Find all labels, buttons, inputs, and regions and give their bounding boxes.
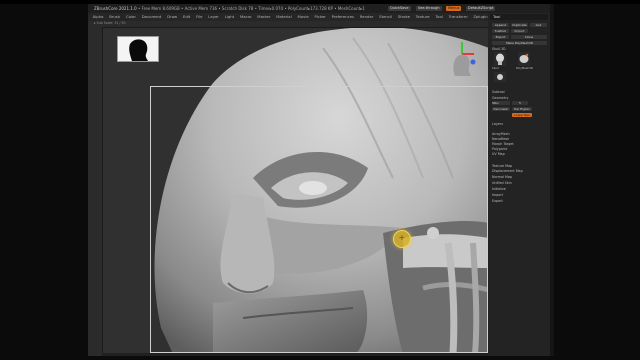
menu-material[interactable]: Material bbox=[276, 13, 291, 21]
clone-button[interactable]: Clone bbox=[511, 35, 547, 39]
zbrush-window: ZBrushCore 2021.1.0 • Free Mem 8.609GB •… bbox=[88, 4, 550, 356]
section-export[interactable]: Export bbox=[492, 199, 503, 203]
section-uv-map[interactable]: UV Map bbox=[492, 152, 505, 156]
make-polymesh-button[interactable]: Make PolyMesh3D bbox=[492, 41, 547, 45]
brush-cursor: + bbox=[393, 230, 411, 248]
section-texture-map[interactable]: Texture Map bbox=[492, 164, 512, 168]
orientation-gizmo[interactable] bbox=[447, 40, 477, 78]
del-lower-button[interactable]: Del Lower bbox=[492, 107, 510, 111]
skull-icon bbox=[496, 53, 504, 65]
right-scroll-strip[interactable] bbox=[550, 4, 554, 356]
menu-marker[interactable]: Marker bbox=[257, 13, 270, 21]
menu-color[interactable]: Color bbox=[126, 13, 136, 21]
menu-zplugin[interactable]: Zplugin bbox=[473, 13, 487, 21]
menu-macro[interactable]: Macro bbox=[240, 13, 252, 21]
quicksave-button[interactable]: QuickSave bbox=[388, 6, 411, 11]
subtool-label-polymesh: PolyMesh3D bbox=[516, 66, 534, 70]
menu-transform[interactable]: Transform bbox=[449, 13, 468, 21]
section-nanomesh[interactable]: NanoMesh bbox=[492, 137, 509, 141]
menu-stencil[interactable]: Stencil bbox=[379, 13, 392, 21]
bottom-shelf bbox=[102, 353, 488, 356]
section-displacement-map[interactable]: Displacement Map bbox=[492, 169, 523, 173]
section-polypaint[interactable]: Polypaint bbox=[492, 147, 507, 151]
tool-thumb-small[interactable] bbox=[494, 72, 506, 82]
section-normal-map[interactable]: Normal Map bbox=[492, 175, 512, 179]
menu-texture[interactable]: Texture bbox=[416, 13, 430, 21]
crosshair-icon: + bbox=[398, 233, 406, 242]
subtool-label-skull: Skull bbox=[492, 66, 499, 70]
menu-preferences[interactable]: Preferences bbox=[332, 13, 354, 21]
menu-light[interactable]: Light bbox=[225, 13, 234, 21]
section-subtool[interactable]: Subtool bbox=[492, 90, 505, 94]
section-arraymesh[interactable]: ArrayMesh bbox=[492, 132, 510, 136]
head-silhouette-icon bbox=[129, 39, 148, 61]
tool-palette-header[interactable]: Tool bbox=[490, 14, 548, 20]
script-button[interactable]: DefaultZScript bbox=[466, 6, 496, 11]
section-morph-target[interactable]: Morph Target bbox=[492, 142, 514, 146]
skull-sculpt bbox=[154, 28, 489, 354]
menu-layer[interactable]: Layer bbox=[208, 13, 219, 21]
navigator-thumbnail[interactable] bbox=[117, 36, 159, 62]
polymesh-icon bbox=[519, 53, 529, 63]
tool-palette: Tool Append Duplicate Subtool Import Exp… bbox=[488, 14, 550, 356]
section-unified-skin[interactable]: Unified Skin bbox=[492, 181, 512, 185]
tool-thumb-polymesh[interactable] bbox=[518, 52, 530, 66]
sdiv-value[interactable]: 5 bbox=[512, 101, 528, 105]
menu-picker[interactable]: Picker bbox=[315, 13, 326, 21]
menu-brush[interactable]: Brush bbox=[109, 13, 120, 21]
sdiv-label: SDiv bbox=[492, 101, 510, 105]
section-import[interactable]: Import bbox=[492, 193, 503, 197]
section-geometry[interactable]: Geometry bbox=[492, 96, 508, 100]
menu-stroke[interactable]: Stroke bbox=[398, 13, 410, 21]
section-layers[interactable]: Layers bbox=[492, 122, 503, 126]
status-text: ▸ Sub Scale: 31 / 50 bbox=[94, 21, 126, 25]
menu-edit[interactable]: Edit bbox=[183, 13, 190, 21]
see-through-button[interactable]: See-through bbox=[416, 6, 442, 11]
export-button[interactable]: Export bbox=[492, 35, 509, 39]
menu-draw[interactable]: Draw bbox=[167, 13, 177, 21]
tool-palette-title: Tool bbox=[493, 14, 501, 19]
duplicate-button[interactable]: Duplicate bbox=[511, 23, 528, 27]
lower-res-button[interactable]: Lower Res bbox=[512, 113, 532, 117]
del-higher-button[interactable]: Del Higher bbox=[512, 107, 532, 111]
menu-file[interactable]: File bbox=[196, 13, 202, 21]
title-bar: ZBrushCore 2021.1.0 • Free Mem 8.609GB •… bbox=[88, 4, 550, 13]
goz-button[interactable]: Goz bbox=[530, 23, 547, 27]
section-initialize[interactable]: Initialize bbox=[492, 187, 506, 191]
app-title: ZBrushCore 2021.1.0 bbox=[94, 6, 137, 11]
subtool-button[interactable]: Subtool bbox=[492, 29, 509, 33]
3d-viewport[interactable]: + bbox=[102, 27, 490, 355]
memory-stats: • Free Mem 8.609GB • Active Mem 736 • Sc… bbox=[138, 6, 365, 11]
tool-thumb-skull[interactable] bbox=[494, 52, 506, 66]
status-line: ▸ Sub Scale: 31 / 50 bbox=[88, 21, 550, 26]
import-button[interactable]: Import bbox=[511, 29, 528, 33]
append-button[interactable]: Append bbox=[492, 23, 509, 27]
menu-render[interactable]: Render bbox=[360, 13, 374, 21]
menu-tool[interactable]: Tool bbox=[435, 13, 442, 21]
menus-button[interactable]: Menus bbox=[446, 6, 462, 11]
sphere-icon bbox=[497, 74, 503, 80]
menu-alpha[interactable]: Alpha bbox=[93, 13, 104, 21]
menu-movie[interactable]: Movie bbox=[297, 13, 308, 21]
tool-name: Skull.3D bbox=[492, 47, 506, 51]
main-menu-bar: Alpha Brush Color Document Draw Edit Fil… bbox=[88, 13, 550, 21]
menu-document[interactable]: Document bbox=[142, 13, 162, 21]
